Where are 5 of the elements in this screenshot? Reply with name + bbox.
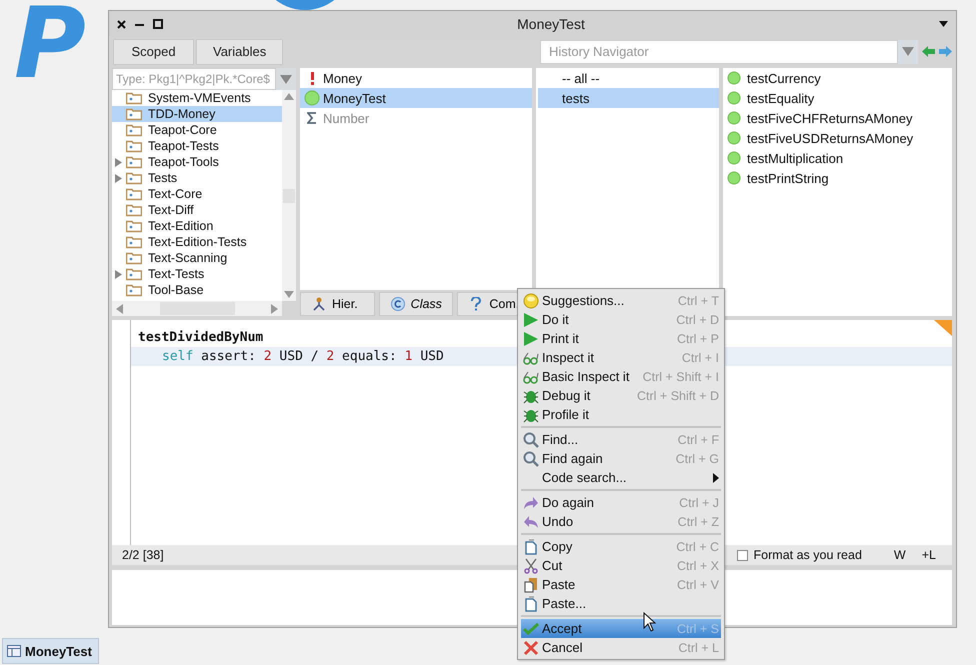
code-line: self assert: 2 USD / 2 equals: 1 USD — [162, 349, 444, 364]
logo: P — [14, 6, 86, 82]
code-line: testDividedByNum — [138, 330, 264, 345]
cursor-position: 2/2 [38] — [122, 548, 164, 562]
window-title: MoneyTest — [516, 16, 586, 32]
